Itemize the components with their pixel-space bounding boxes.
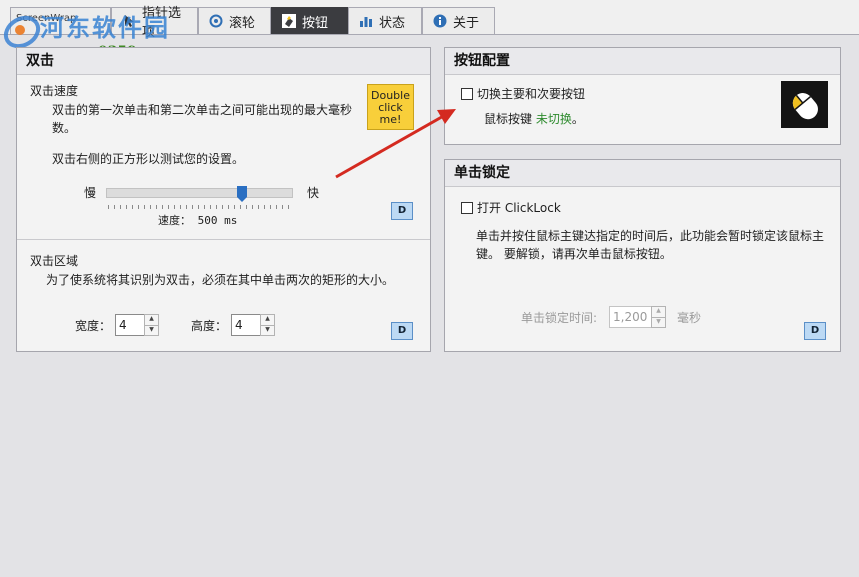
area-defaults-button[interactable]: D [391, 322, 413, 340]
wheel-icon [209, 14, 223, 28]
width-label: 宽度： [75, 319, 112, 333]
height-down-icon[interactable]: ▼ [260, 324, 275, 336]
pointer-icon [122, 14, 136, 28]
button-status-suffix: 。 [571, 112, 584, 126]
double-click-speed-label: 双击速度 [30, 84, 79, 98]
section-divider [17, 239, 430, 240]
slider-slow-label: 慢 [84, 186, 97, 200]
slider-ticks [108, 205, 292, 209]
swap-buttons-label[interactable]: 切换主要和次要按钮 [477, 85, 585, 103]
mouse-icon [781, 81, 828, 128]
height-stepper[interactable]: 4 ▲ ▼ [231, 314, 275, 336]
speed-readout: 速度： 500 ms [158, 214, 238, 227]
double-click-test-box[interactable]: Double click me! [367, 84, 414, 130]
double-click-area-desc: 为了使系统将其识别为双击，必须在其中单击两次的矩形的大小。 [46, 273, 395, 287]
button-status: 鼠标按键 未切换。 [484, 110, 584, 128]
width-down-icon[interactable]: ▼ [144, 324, 159, 336]
height-input[interactable]: 4 [231, 314, 261, 336]
double-click-speed-desc: 双击的第一次单击和第二次单击之间可能出现的最大毫秒数。 [52, 103, 353, 135]
click-lock-checkbox[interactable] [461, 202, 473, 214]
tab-screenwrap[interactable] [10, 7, 111, 34]
click-lock-time-label: 单击锁定时间: [521, 311, 598, 325]
click-lock-label[interactable]: 打开 ClickLock [477, 199, 561, 217]
width-input[interactable]: 4 [115, 314, 145, 336]
info-icon [433, 14, 447, 28]
button-status-value: 未切换 [535, 112, 572, 126]
tab-about[interactable]: 关于 [422, 7, 495, 34]
swap-buttons-checkbox[interactable] [461, 88, 473, 100]
double-click-test-hint: 双击右侧的正方形以测试您的设置。 [52, 152, 245, 166]
double-click-area-label: 双击区域 [30, 254, 79, 268]
tab-wheel[interactable]: 滚轮 [198, 7, 271, 34]
tab-status[interactable]: 状态 [348, 7, 422, 34]
double-click-speed-slider[interactable] [106, 188, 293, 198]
tab-buttons[interactable]: 按钮 [271, 7, 348, 34]
height-label: 高度： [191, 319, 228, 333]
double-click-title: 双击 [17, 48, 430, 75]
click-lock-title: 单击锁定 [445, 160, 840, 187]
tab-pointer-options[interactable]: 指针选项 [111, 6, 198, 40]
click-lock-time-input[interactable]: 1,200 [609, 306, 652, 328]
width-stepper[interactable]: 4 ▲ ▼ [115, 314, 159, 336]
slider-thumb[interactable] [236, 186, 247, 202]
time-down-icon[interactable]: ▼ [651, 316, 666, 328]
click-lock-defaults-button[interactable]: D [804, 322, 826, 340]
click-lock-time-stepper[interactable]: 1,200 ▲ ▼ [609, 306, 666, 328]
button-status-prefix: 鼠标按键 [484, 112, 533, 126]
bar-chart-icon [359, 14, 373, 28]
slider-fast-label: 快 [307, 186, 320, 200]
mouse-button-icon [282, 14, 296, 28]
click-lock-time-unit: 毫秒 [677, 311, 702, 325]
button-config-title: 按钮配置 [445, 48, 840, 75]
speed-defaults-button[interactable]: D [391, 202, 413, 220]
click-lock-desc: 单击并按住鼠标主键达指定的时间后，此功能会暂时锁定该鼠标主键。 要解锁，请再次单… [476, 229, 825, 261]
